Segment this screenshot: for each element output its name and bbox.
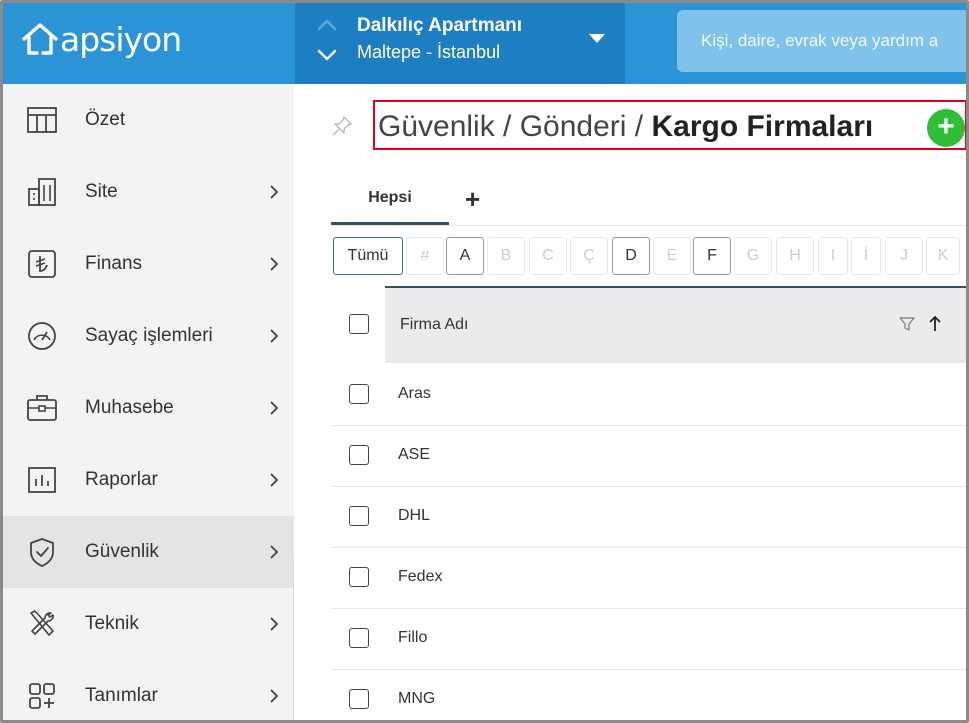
chevron-right-icon [270, 545, 279, 559]
row-checkbox[interactable] [349, 628, 369, 648]
tab-bar: Hepsi + [331, 180, 966, 226]
table-row[interactable]: Fillo [331, 609, 966, 670]
search-input[interactable]: Kişi, daire, evrak veya yardım a [677, 10, 966, 72]
site-switcher[interactable]: Dalkılıç Apartmanı Maltepe - İstanbul [295, 3, 625, 84]
table-row[interactable]: Aras [331, 365, 966, 426]
company-name: Fillo [398, 629, 428, 646]
table-row[interactable]: ASE [331, 426, 966, 487]
filter-icon[interactable] [898, 315, 916, 333]
chevron-right-icon [270, 617, 279, 631]
sidebar-item-label: Teknik [85, 613, 139, 634]
top-bar: apsiyon Dalkılıç Apartmanı Maltepe - İst… [3, 3, 966, 84]
letter-filter-item[interactable]: D [612, 237, 650, 275]
letter-filter-item: G [734, 237, 772, 275]
search-placeholder: Kişi, daire, evrak veya yardım a [701, 31, 939, 50]
add-button[interactable]: + [927, 109, 965, 147]
bar-report-icon [28, 467, 56, 493]
letter-filter-item: İ [851, 237, 881, 275]
sidebar-item-guvenlik[interactable]: Güvenlik [3, 516, 294, 588]
sidebar-item-label: Sayaç işlemleri [85, 325, 213, 346]
company-name: DHL [398, 507, 431, 524]
row-checkbox[interactable] [349, 506, 369, 526]
sidebar-item-site[interactable]: Site [3, 156, 294, 228]
tools-icon [30, 610, 54, 636]
row-checkbox[interactable] [349, 445, 369, 465]
table-row[interactable]: MNG [331, 670, 966, 720]
table-row[interactable]: Fedex [331, 548, 966, 609]
letter-filter-item: # [406, 237, 444, 275]
app-window: apsiyon Dalkılıç Apartmanı Maltepe - İst… [0, 0, 969, 723]
letter-filter-item: Ç [570, 237, 608, 275]
sidebar-item-label: Tanımlar [85, 685, 158, 706]
letter-filter-all[interactable]: Tümü [333, 237, 403, 275]
select-all-checkbox[interactable] [349, 314, 369, 334]
column-header-label: Firma Adı [400, 316, 469, 333]
sort-ascending-icon[interactable] [927, 314, 943, 334]
sidebar-item-label: Özet [85, 109, 126, 130]
chevron-right-icon [270, 329, 279, 343]
sidebar-item-muhasebe[interactable]: Muhasebe [3, 372, 294, 444]
breadcrumb: Güvenlik / Gönderi / Kargo Firmaları [378, 110, 873, 144]
logo[interactable]: apsiyon [21, 17, 182, 61]
sidebar-item-raporlar[interactable]: Raporlar [3, 444, 294, 516]
buildings-icon [28, 178, 56, 206]
sidebar-item-label: Raporlar [85, 469, 158, 490]
letter-filter-item[interactable]: F [693, 237, 731, 275]
sidebar-item-label: Güvenlik [85, 541, 159, 562]
row-checkbox[interactable] [349, 384, 369, 404]
up-down-chevron-icon [317, 19, 337, 61]
sidebar-item-ozet[interactable]: Özet [3, 84, 294, 156]
sidebar-item-label: Muhasebe [85, 397, 174, 418]
sidebar-item-sayac-islemleri[interactable]: Sayaç işlemleri [3, 300, 294, 372]
sidebar-item-label: Site [85, 181, 118, 202]
tab-hepsi[interactable]: Hepsi [331, 180, 449, 225]
letter-filter-item: E [653, 237, 691, 275]
house-logo-icon [22, 23, 58, 55]
letter-filter-item: J [885, 237, 923, 275]
chevron-right-icon [270, 185, 279, 199]
letter-filter-item: K [926, 237, 960, 275]
chevron-right-icon [270, 401, 279, 415]
page-title: Kargo Firmaları [651, 110, 874, 143]
chevron-right-icon [270, 689, 279, 703]
sidebar-item-finans[interactable]: Finans [3, 228, 294, 300]
letter-filter-item: I [818, 237, 848, 275]
sidebar-item-tanimlar[interactable]: Tanımlar [3, 660, 294, 720]
logo-text: apsiyon [60, 19, 182, 59]
chevron-right-icon [270, 473, 279, 487]
row-checkbox[interactable] [349, 567, 369, 587]
company-name: ASE [398, 446, 431, 463]
header-accent-line [385, 286, 966, 288]
caret-down-icon [589, 34, 605, 43]
letter-filter-item[interactable]: A [446, 237, 484, 275]
grid-table-icon [27, 107, 57, 133]
apps-plus-icon [29, 683, 55, 709]
chevron-right-icon [270, 257, 279, 271]
main-content: Güvenlik / Gönderi / Kargo Firmaları + H… [294, 84, 966, 720]
page-title-highlight: Güvenlik / Gönderi / Kargo Firmaları + [373, 100, 966, 150]
row-checkbox[interactable] [349, 689, 369, 709]
lira-icon [28, 250, 56, 278]
sidebar-item-label: Finans [85, 253, 143, 274]
briefcase-icon [27, 395, 57, 421]
add-tab-button[interactable]: + [465, 184, 480, 214]
letter-filter-item: C [529, 237, 567, 275]
company-name: Aras [398, 385, 431, 402]
letter-filter-item: H [776, 237, 814, 275]
gauge-icon [28, 322, 56, 350]
pin-icon[interactable] [330, 114, 354, 138]
breadcrumb-path: Güvenlik / Gönderi / [378, 110, 652, 143]
sidebar-item-teknik[interactable]: Teknik [3, 588, 294, 660]
site-name: Dalkılıç Apartmanı [357, 15, 523, 36]
letter-filter-item: B [487, 237, 525, 275]
column-header-firma-adi[interactable]: Firma Adı [385, 288, 966, 363]
table-row[interactable]: DHL [331, 487, 966, 548]
site-location: Maltepe - İstanbul [357, 42, 501, 62]
table-header: Firma Adı [331, 286, 966, 363]
company-name: Fedex [398, 568, 443, 585]
company-name: MNG [398, 690, 436, 707]
sidebar: Özet Site Finans Sayaç işlemleri Muhaseb… [3, 84, 294, 720]
shield-icon [30, 538, 54, 567]
